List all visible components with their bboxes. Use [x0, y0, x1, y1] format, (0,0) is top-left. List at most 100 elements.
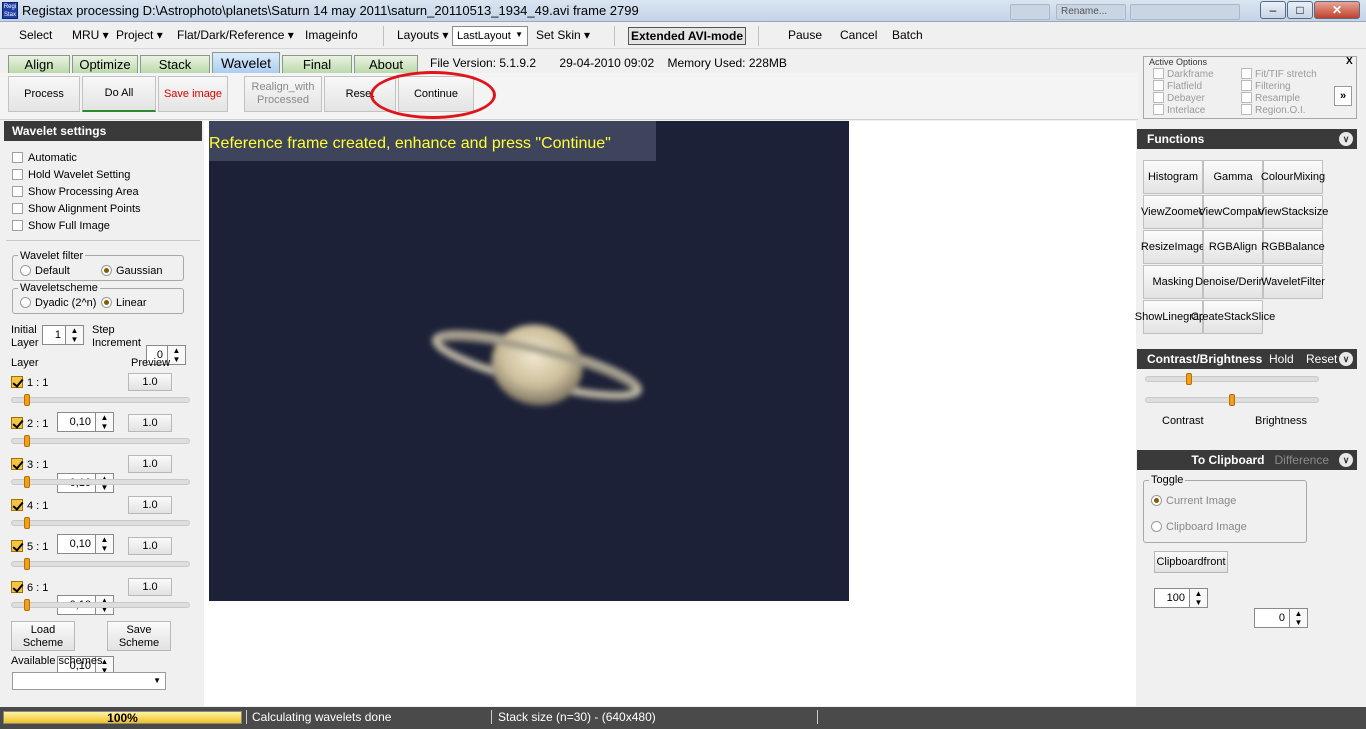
layer-preview-button[interactable]: 1.0 [128, 537, 172, 555]
layer-slider-thumb[interactable] [24, 558, 30, 570]
reset-contrast-button[interactable]: Reset [1306, 352, 1337, 366]
tab-optimize[interactable]: Optimize [72, 55, 138, 74]
layer-enable-checkbox[interactable]: 2 : 1 [11, 417, 48, 430]
checkbox[interactable] [1153, 92, 1164, 103]
menu-pause[interactable]: Pause [788, 28, 822, 42]
realign-with-processed-button[interactable]: Realign_with Processed [244, 76, 322, 112]
layer-preview-button[interactable]: 1.0 [128, 496, 172, 514]
function-button-view-compare[interactable]: View Compare [1199, 195, 1267, 229]
function-button-rgb-balance[interactable]: RGB Balance [1261, 230, 1325, 264]
checkbox[interactable] [11, 376, 23, 388]
do-all-button[interactable]: Do All [82, 76, 156, 112]
checkbox[interactable] [1241, 92, 1252, 103]
hold-button[interactable]: Hold [1269, 352, 1294, 366]
save-image-button[interactable]: Save image [158, 76, 228, 112]
save-scheme-button[interactable]: Save Scheme [107, 621, 171, 651]
menu-select[interactable]: Select [19, 28, 52, 42]
layer-slider-thumb[interactable] [24, 394, 30, 406]
radio-button[interactable] [101, 297, 112, 308]
option-filtering[interactable]: Filtering [1241, 80, 1291, 92]
menu-batch[interactable]: Batch [892, 28, 923, 42]
radio-button[interactable] [1151, 521, 1162, 532]
function-button-rgb-align[interactable]: RGB Align [1203, 230, 1263, 264]
tab-final[interactable]: Final [282, 55, 352, 74]
checkbox[interactable] [1241, 80, 1252, 91]
layer-preview-button[interactable]: 1.0 [128, 455, 172, 473]
taskbar-thumb[interactable] [1010, 4, 1050, 20]
available-schemes-select[interactable]: ▼ [12, 672, 166, 690]
expand-arrow-icon[interactable]: » [1334, 86, 1352, 106]
checkbox-show-alignment-points[interactable]: Show Alignment Points [12, 203, 141, 215]
function-button-resize-image[interactable]: Resize Image [1141, 230, 1205, 264]
menu-imageinfo[interactable]: Imageinfo [305, 28, 358, 42]
menu-set-skin[interactable]: Set Skin ▾ [536, 28, 590, 42]
layer-slider[interactable] [11, 561, 190, 567]
function-button-histogram[interactable]: Histogram [1143, 160, 1203, 194]
menu-layouts[interactable]: Layouts ▾ [397, 28, 448, 42]
spin-arrows-icon[interactable]: ▲▼ [95, 413, 113, 431]
layer-enable-checkbox[interactable]: 1 : 1 [11, 376, 48, 389]
checkbox[interactable] [12, 220, 23, 231]
radio-button[interactable] [1151, 495, 1162, 506]
radio-button[interactable] [101, 265, 112, 276]
collapse-icon[interactable]: ∨ [1339, 352, 1353, 366]
spin-arrows-icon[interactable]: ▲▼ [1189, 589, 1207, 607]
checkbox[interactable] [11, 540, 23, 552]
layer-slider[interactable] [11, 602, 190, 608]
layer-enable-checkbox[interactable]: 6 : 1 [11, 581, 48, 594]
layer-enable-checkbox[interactable]: 3 : 1 [11, 458, 48, 471]
menu-project[interactable]: Project ▾ [116, 28, 163, 42]
radio-linear[interactable]: Linear [101, 297, 147, 309]
layer-slider[interactable] [11, 479, 190, 485]
minimize-button[interactable]: – [1260, 1, 1286, 19]
function-button-create-stackslice[interactable]: Create StackSlice [1191, 300, 1275, 334]
spin-arrows-icon[interactable]: ▲▼ [95, 535, 113, 553]
image-view[interactable]: Reference frame created, enhance and pre… [209, 121, 849, 601]
close-button[interactable]: ✕ [1314, 1, 1360, 19]
layer-value-stepper[interactable]: 0,10▲▼ [57, 534, 114, 554]
taskbar-item[interactable]: Rename... [1056, 4, 1126, 20]
checkbox-show-full-image[interactable]: Show Full Image [12, 220, 110, 232]
option-region-oi[interactable]: Region.O.I. [1241, 104, 1306, 116]
checkbox[interactable] [1241, 68, 1252, 79]
function-button-view-stacksize[interactable]: View Stacksize [1258, 195, 1328, 229]
brightness-stepper[interactable]: 0 ▲ ▼ [1254, 608, 1308, 628]
checkbox-hold-wavelet-setting[interactable]: Hold Wavelet Setting [12, 169, 130, 181]
layer-enable-checkbox[interactable]: 5 : 1 [11, 540, 48, 553]
collapse-icon[interactable]: ∨ [1339, 132, 1353, 146]
initial-layer-stepper[interactable]: 1 ▲ ▼ [42, 325, 84, 345]
radio-button[interactable] [20, 297, 31, 308]
radio-default[interactable]: Default [20, 265, 70, 277]
checkbox[interactable] [11, 581, 23, 593]
layer-enable-checkbox[interactable]: 4 : 1 [11, 499, 48, 512]
layer-preview-button[interactable]: 1.0 [128, 578, 172, 596]
close-icon[interactable]: X [1346, 56, 1353, 67]
layer-slider[interactable] [11, 520, 190, 526]
layer-slider-thumb[interactable] [24, 476, 30, 488]
process-button[interactable]: Process [8, 76, 80, 112]
checkbox-automatic[interactable]: Automatic [12, 152, 77, 164]
layer-slider-thumb[interactable] [24, 435, 30, 447]
radio-clipboard-image[interactable]: Clipboard Image [1151, 521, 1247, 533]
function-button-colour-mixing[interactable]: Colour Mixing [1261, 160, 1325, 194]
taskbar-thumb[interactable] [1130, 4, 1240, 20]
function-button-view-zoomed[interactable]: View Zoomed [1141, 195, 1205, 229]
layer-slider-thumb[interactable] [24, 599, 30, 611]
function-button-wavelet-filter[interactable]: Wavelet Filter [1261, 265, 1325, 299]
option-resample[interactable]: Resample [1241, 92, 1300, 104]
maximize-button[interactable]: □ [1287, 1, 1313, 19]
checkbox[interactable] [1153, 80, 1164, 91]
checkbox[interactable] [11, 458, 23, 470]
contrast-stepper[interactable]: 100 ▲ ▼ [1154, 588, 1208, 608]
option-flatfield[interactable]: Flatfield [1153, 80, 1202, 92]
function-button-gamma[interactable]: Gamma [1203, 160, 1263, 194]
radio-dyadic[interactable]: Dyadic (2^n) [20, 297, 96, 309]
checkbox[interactable] [11, 499, 23, 511]
option-darkframe[interactable]: Darkframe [1153, 68, 1214, 80]
radio-current-image[interactable]: Current Image [1151, 495, 1236, 507]
brightness-slider-thumb[interactable] [1229, 394, 1235, 406]
layout-select[interactable]: LastLayout ▼ [452, 26, 528, 46]
spin-arrows-icon[interactable]: ▲▼ [1289, 609, 1307, 627]
layer-slider-thumb[interactable] [24, 517, 30, 529]
checkbox[interactable] [1153, 104, 1164, 115]
